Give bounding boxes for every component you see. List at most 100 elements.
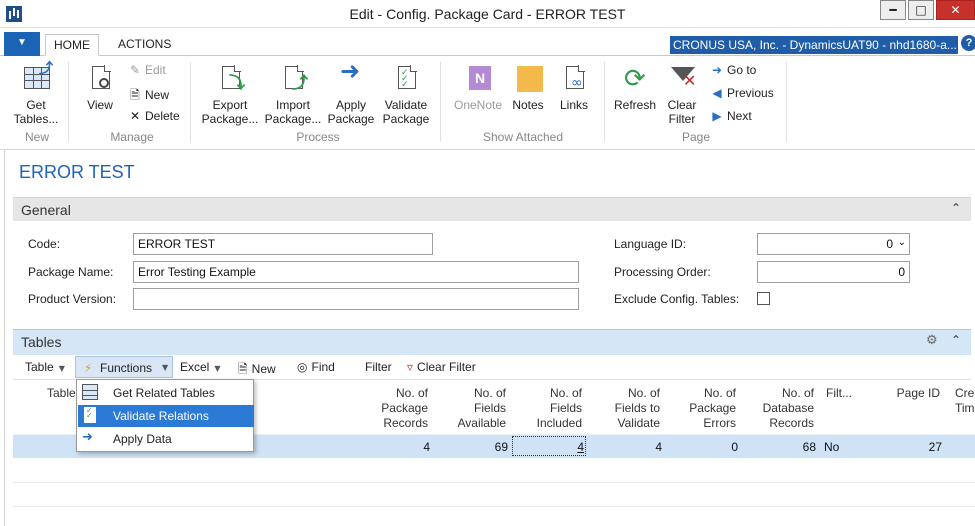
general-fasttab-title: General [21, 202, 71, 218]
clear-filter-button[interactable]: ✕ Clear Filter [662, 64, 702, 126]
group-label-page: Page [681, 130, 711, 144]
tab-actions[interactable]: ACTIONS [110, 34, 179, 56]
column-header-fields-included[interactable]: No. of Fields Included [526, 386, 582, 431]
import-document-icon: ⤴ [278, 64, 308, 94]
apply-arrow-icon: ➜ [340, 57, 361, 85]
product-version-label: Product Version: [28, 292, 117, 306]
filter-button[interactable]: Filter [365, 360, 392, 374]
export-package-button[interactable]: ⤵ Export Package... [201, 64, 259, 126]
arrow-right-icon: ➜ [711, 63, 723, 77]
cell-package-records[interactable]: 4 [372, 440, 430, 454]
find-label: Find [311, 360, 335, 374]
apply-package-label: Apply Package [327, 98, 375, 126]
collapse-chevron-icon[interactable]: ⌃ [951, 333, 961, 347]
help-icon[interactable]: ? [961, 35, 975, 51]
column-header-fields-available[interactable]: No. of Fields Available [450, 386, 506, 431]
column-header-package-errors[interactable]: No. of Package Errors [680, 386, 736, 431]
previous-button[interactable]: ◀ Previous [710, 86, 774, 100]
group-label-process: Process [296, 130, 340, 144]
tables-part-header[interactable]: Tables ⚙ ⌃ [13, 329, 971, 355]
general-fasttab-header[interactable]: General ⌃ [13, 197, 971, 221]
links-label: Links [559, 98, 588, 112]
clear-filter-icon: ✕ [667, 64, 697, 94]
menu-item-validate-relations[interactable]: ✓ ✓ Validate Relations [78, 405, 254, 427]
group-label-show-attached: Show Attached [482, 130, 564, 144]
processing-order-label: Processing Order: [614, 265, 711, 279]
excel-menu-button[interactable]: Excel ▼ [180, 360, 221, 374]
view-button[interactable]: View [78, 64, 122, 112]
cell-fields-available[interactable]: 69 [450, 440, 508, 454]
edit-button[interactable]: ✎ Edit [128, 63, 166, 77]
ribbon-separator [68, 62, 69, 142]
maximize-button[interactable]: □ [908, 0, 934, 20]
next-button[interactable]: ▶ Next [710, 109, 751, 123]
grid-icon: ⤴ [21, 62, 53, 94]
table-menu-button[interactable]: Table ▼ [25, 360, 65, 374]
column-header-page-id[interactable]: Page ID [882, 386, 940, 401]
ribbon: ⤴ Get Tables... New View ✎ Edit 🗎 New ✕ Del… [0, 56, 975, 150]
menu-item-get-related-tables[interactable]: Get Related Tables [78, 382, 254, 404]
grid-row-divider [13, 506, 975, 507]
refresh-button[interactable]: ⟳ Refresh [612, 64, 658, 112]
apply-package-button[interactable]: ➜ Apply Package [326, 57, 376, 126]
application-menu-button[interactable]: ▼ [4, 32, 40, 56]
processing-order-field[interactable]: 0 [757, 261, 910, 283]
column-header-filter[interactable]: Filt... [826, 386, 852, 401]
chevron-down-icon: ⌄ [897, 237, 906, 248]
cell-package-errors[interactable]: 0 [680, 440, 738, 454]
tables-toolbar: Table ▼ ⚡ Functions ▼ Excel ▼ 🗎 New ◎ Find F… [13, 355, 971, 380]
delete-label: Delete [145, 109, 180, 123]
notes-button[interactable]: Notes [508, 64, 548, 112]
apply-data-icon: ➜ [82, 430, 93, 445]
new-label: New [145, 88, 170, 102]
import-package-label: Import Package... [264, 98, 322, 126]
validate-package-label: Validate Package [382, 98, 430, 126]
import-package-button[interactable]: ⤴ Import Package... [264, 64, 322, 126]
cell-fields-to-validate[interactable]: 4 [604, 440, 662, 454]
links-button[interactable]: ∞ Links [554, 64, 594, 112]
cell-database-records[interactable]: 68 [756, 440, 816, 454]
collapse-chevron-icon[interactable]: ⌃ [951, 201, 961, 215]
column-header-creation-time[interactable]: Cre Tim [955, 386, 975, 416]
minimize-button[interactable]: ━ [880, 0, 906, 20]
column-header-fields-to-validate[interactable]: No. of Fields to Validate [604, 386, 660, 431]
cell-filter[interactable]: No [824, 440, 839, 454]
delete-button[interactable]: ✕ Delete [128, 109, 180, 123]
functions-menu-button[interactable]: ⚡ Functions ▼ [75, 356, 173, 378]
clear-filter-toolbar-button[interactable]: ▿ Clear Filter [407, 360, 476, 374]
company-name-badge[interactable]: CRONUS USA, Inc. - DynamicsUAT90 - nhd16… [670, 36, 958, 54]
menu-item-apply-data[interactable]: ➜ Apply Data [78, 428, 254, 450]
code-label: Code: [28, 237, 61, 251]
ribbon-separator [440, 62, 441, 142]
new-button[interactable]: 🗎 New [128, 86, 169, 107]
find-button[interactable]: ◎ Find [297, 360, 335, 374]
code-field[interactable]: ERROR TEST [133, 233, 433, 255]
get-related-tables-icon [82, 384, 98, 400]
close-button[interactable]: ✕ [936, 0, 975, 20]
product-version-field[interactable] [133, 288, 579, 310]
triangle-left-icon: ◀ [712, 86, 722, 100]
notes-label: Notes [512, 98, 544, 112]
exclude-config-tables-checkbox[interactable] [757, 292, 770, 305]
gear-icon[interactable]: ⚙ [926, 333, 938, 348]
go-to-button[interactable]: ➜ Go to [710, 63, 756, 77]
functions-menu-label: Functions [100, 361, 153, 375]
validate-package-button[interactable]: ✓ ✓ ✓ Validate Package [380, 64, 432, 126]
get-tables-button[interactable]: ⤴ Get Tables... [12, 62, 60, 126]
group-label-manage: Manage [110, 130, 154, 144]
tab-home[interactable]: HOME [45, 34, 99, 56]
cell-fields-included[interactable]: 4 [526, 440, 584, 454]
page-left-border [4, 150, 5, 526]
onenote-button[interactable]: N OneNote [450, 64, 506, 112]
package-name-field[interactable]: Error Testing Example [133, 261, 579, 283]
functions-dropdown-menu: Get Related Tables ✓ ✓ Validate Relations… [76, 379, 254, 452]
title-bar: Edit - Config. Package Card - ERROR TEST… [0, 0, 975, 28]
onenote-label: OneNote [453, 98, 503, 112]
new-line-button[interactable]: 🗎 New [238, 360, 276, 381]
previous-label: Previous [727, 86, 774, 100]
cell-page-id[interactable]: 27 [884, 440, 942, 454]
column-header-package-records[interactable]: No. of Package Records [372, 386, 428, 431]
language-id-dropdown[interactable]: 0 ⌄ [757, 233, 910, 255]
column-header-table[interactable]: Table [47, 386, 76, 401]
column-header-database-records[interactable]: No. of Database Records [756, 386, 814, 431]
